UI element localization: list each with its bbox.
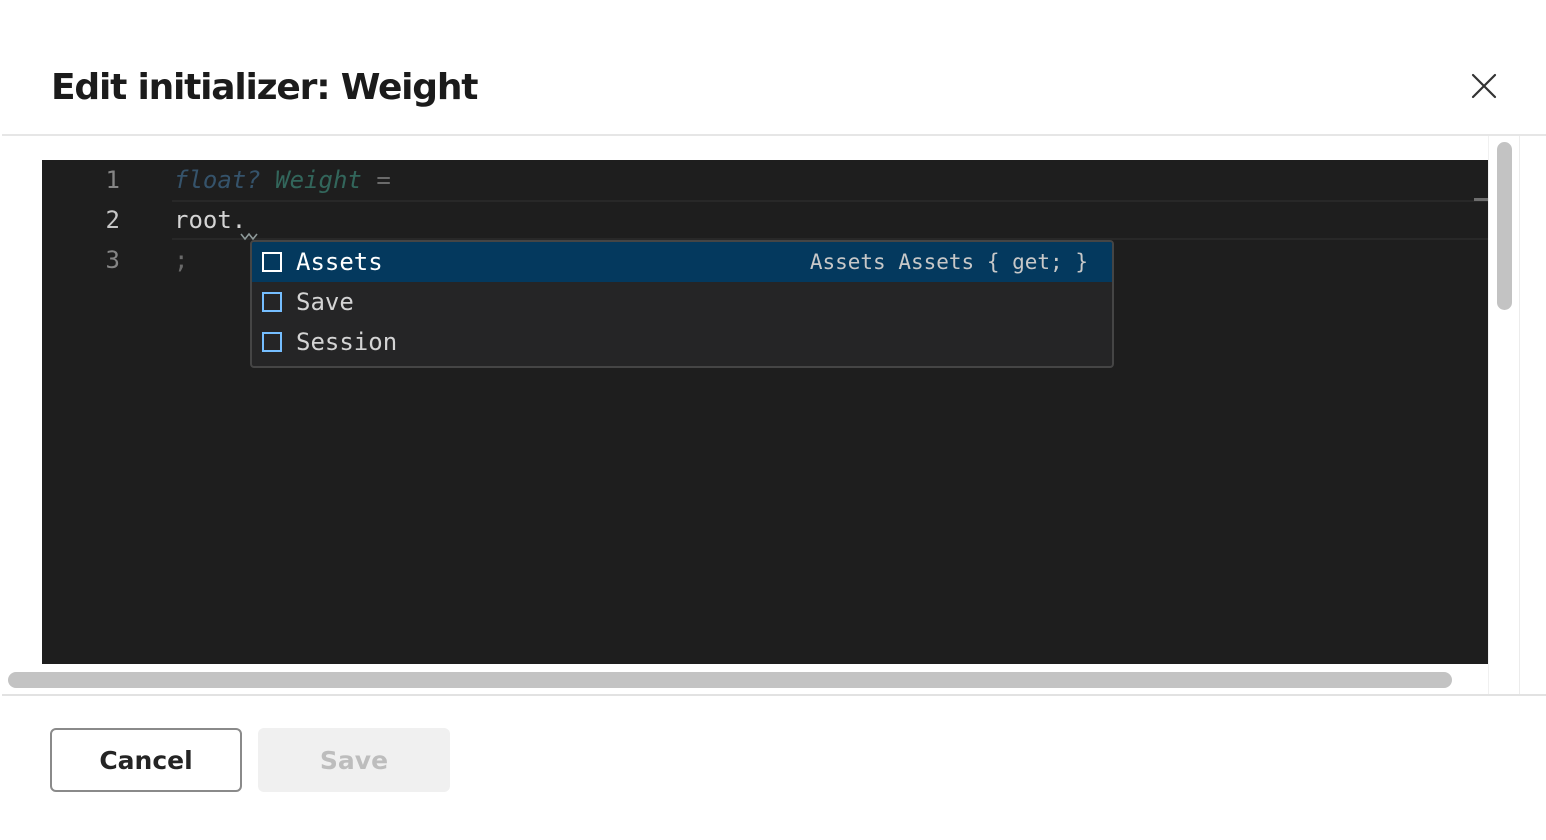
line-number-1: 1 bbox=[105, 166, 120, 194]
overview-ruler-cursor-mark bbox=[1474, 198, 1488, 201]
vertical-scrollbar-thumb[interactable] bbox=[1497, 142, 1512, 310]
property-icon bbox=[262, 292, 282, 312]
line-number-2: 2 bbox=[105, 206, 120, 234]
save-button[interactable]: Save bbox=[258, 728, 450, 792]
suggestion-item-session[interactable]: Session bbox=[252, 322, 1112, 362]
edit-initializer-dialog: Edit initializer: Weight 1 2 3 float? We… bbox=[0, 0, 1546, 840]
code-line-3: ; bbox=[174, 246, 189, 274]
assignment-operator: = bbox=[376, 166, 391, 194]
code-editor[interactable]: 1 2 3 float? Weight = root. ; bbox=[42, 160, 1488, 664]
header-divider bbox=[2, 134, 1546, 136]
property-icon bbox=[262, 252, 282, 272]
autocomplete-suggestions: Assets Assets Assets { get; } Save Sessi… bbox=[250, 240, 1114, 368]
close-button[interactable] bbox=[1464, 66, 1504, 106]
code-line-1: float? Weight = bbox=[174, 160, 391, 200]
suggestion-label: Session bbox=[296, 328, 398, 356]
line-number-3: 3 bbox=[105, 246, 120, 274]
identifier: Weight bbox=[275, 166, 362, 194]
horizontal-scrollbar-thumb[interactable] bbox=[8, 672, 1452, 688]
suggestion-item-save[interactable]: Save bbox=[252, 282, 1112, 322]
dialog-title: Edit initializer: Weight bbox=[51, 67, 479, 108]
current-line-highlight bbox=[172, 200, 1488, 240]
suggestion-label: Save bbox=[296, 288, 354, 316]
close-icon bbox=[1471, 73, 1497, 99]
property-icon bbox=[262, 332, 282, 352]
footer-divider bbox=[2, 694, 1546, 696]
suggestion-item-assets[interactable]: Assets Assets Assets { get; } bbox=[252, 242, 1112, 282]
suggestion-detail: Assets Assets { get; } bbox=[809, 250, 1088, 274]
suggestion-label: Assets bbox=[296, 248, 383, 276]
type-keyword: float? bbox=[174, 166, 261, 194]
cancel-button[interactable]: Cancel bbox=[50, 728, 242, 792]
code-line-2[interactable]: root. bbox=[174, 200, 246, 240]
